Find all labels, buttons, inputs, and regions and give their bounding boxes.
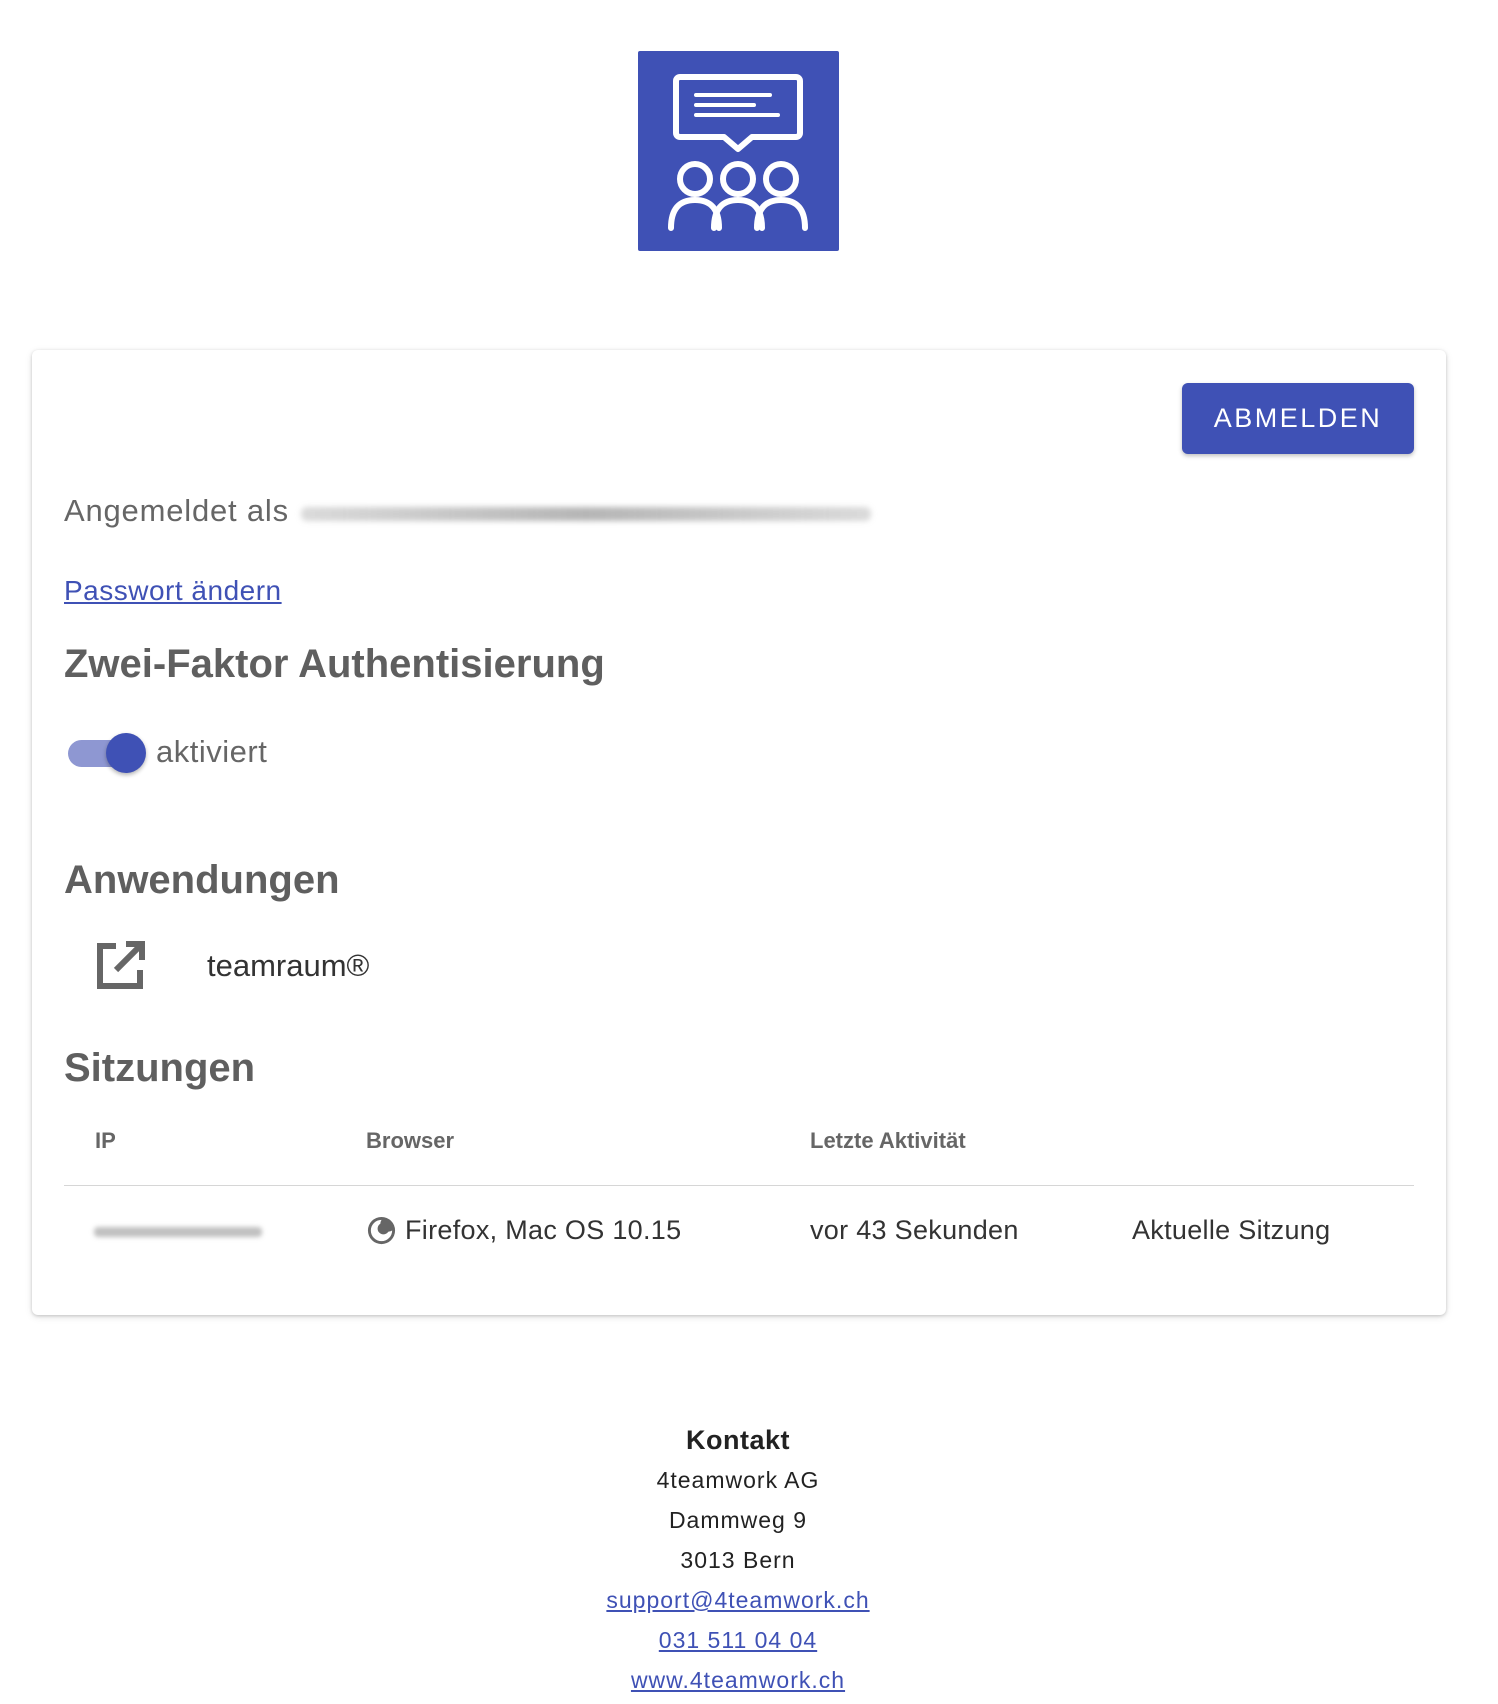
two-factor-status-label: aktiviert bbox=[156, 734, 268, 769]
session-current-label: Aktuelle Sitzung bbox=[1132, 1215, 1331, 1245]
contact-city: 3013 Bern bbox=[680, 1547, 796, 1573]
session-last-activity: vor 43 Sekunden bbox=[810, 1215, 1019, 1245]
contact-footer: Kontakt 4teamwork AG Dammweg 9 3013 Bern… bbox=[0, 1420, 1476, 1700]
contact-title: Kontakt bbox=[686, 1425, 790, 1455]
contact-website-link[interactable]: www.4teamwork.ch bbox=[0, 1660, 1476, 1700]
app-link-teamraum[interactable]: teamraum® bbox=[207, 948, 369, 984]
change-password-link[interactable]: Passwort ändern bbox=[64, 575, 282, 607]
open-in-new-icon[interactable] bbox=[92, 938, 148, 994]
toggle-thumb bbox=[106, 733, 146, 773]
signed-in-info: Angemeldet als bbox=[64, 493, 871, 529]
contact-street: Dammweg 9 bbox=[668, 1507, 808, 1533]
redacted-ip bbox=[94, 1227, 262, 1237]
team-chat-icon bbox=[638, 51, 839, 251]
column-header-browser: Browser bbox=[366, 1128, 455, 1153]
redacted-username bbox=[300, 507, 871, 521]
session-browser-cell: Firefox, Mac OS 10.15 bbox=[366, 1215, 681, 1246]
applications-heading: Anwendungen bbox=[64, 858, 340, 902]
column-header-last-activity: Letzte Aktivität bbox=[810, 1128, 966, 1153]
firefox-icon bbox=[367, 1216, 396, 1245]
page: ABMELDEN Angemeldet als Passwort ändern … bbox=[0, 0, 1498, 1704]
contact-company: 4teamwork AG bbox=[656, 1467, 820, 1493]
two-factor-heading: Zwei-Faktor Authentisierung bbox=[64, 642, 605, 686]
contact-phone-link[interactable]: 031 511 04 04 bbox=[0, 1620, 1476, 1660]
logout-button[interactable]: ABMELDEN bbox=[1182, 383, 1414, 454]
session-browser: Firefox, Mac OS 10.15 bbox=[405, 1215, 682, 1245]
column-header-ip: IP bbox=[95, 1128, 116, 1153]
contact-email-link[interactable]: support@4teamwork.ch bbox=[0, 1580, 1476, 1620]
table-divider bbox=[64, 1185, 1414, 1186]
sessions-heading: Sitzungen bbox=[64, 1046, 256, 1090]
signed-in-label: Angemeldet als bbox=[64, 493, 289, 528]
two-factor-toggle[interactable] bbox=[68, 732, 146, 774]
account-card: ABMELDEN Angemeldet als Passwort ändern … bbox=[32, 350, 1446, 1315]
